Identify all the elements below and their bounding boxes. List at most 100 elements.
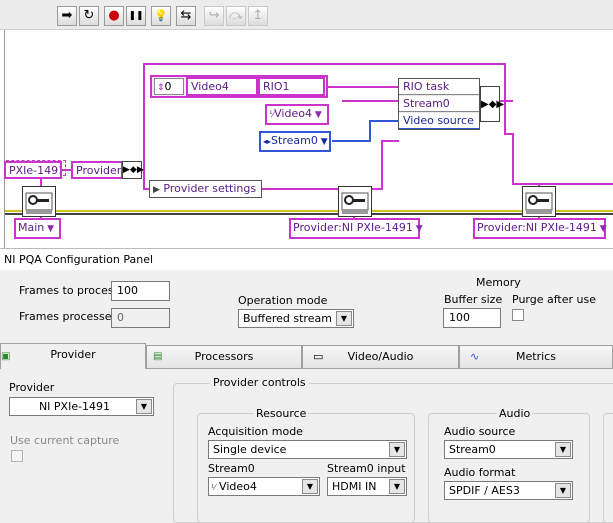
pause-icon[interactable]: ❚❚ (126, 6, 146, 26)
key-subvi-icon[interactable] (522, 186, 556, 217)
wire (504, 63, 506, 133)
tab-label: Metrics (516, 350, 556, 363)
video-resource-constant[interactable]: ⅟Video4 ▼ (265, 104, 329, 125)
chevron-down-icon[interactable]: ▼ (597, 224, 607, 234)
property-row[interactable]: Stream0 (399, 96, 479, 112)
provider-selector[interactable]: Provider:NI PXIe-1491 ▼ (289, 218, 423, 239)
toolbar: ➡ ↻ ● ❚❚ 💡 ⇆ ↪ ⤼ ↥ (0, 0, 613, 30)
chevron-down-icon[interactable]: ▼ (136, 399, 152, 414)
provider-value: NI PXIe-1491 (38, 400, 111, 413)
wire (342, 100, 400, 102)
tab-label: Provider (50, 348, 96, 361)
step-out-icon[interactable]: ↥ (248, 6, 268, 26)
chevron-down-icon[interactable]: ▼ (389, 479, 405, 494)
run-continuously-icon[interactable]: ↻ (79, 6, 99, 26)
operation-mode-value: Buffered stream (243, 312, 332, 325)
main-selector-value: Main (18, 221, 45, 234)
unbundle-icon[interactable]: ▶◆▶ (122, 161, 144, 179)
acquisition-mode-value: Single device (213, 443, 287, 456)
wire (369, 120, 400, 122)
chevron-down-icon[interactable]: ▼ (555, 483, 571, 498)
stream0-resource-value: Video4 (219, 480, 257, 493)
retain-wire-values-icon[interactable]: ⇆ (176, 6, 196, 26)
stream-enum-constant[interactable]: ◂▸Stream0 ▼ (259, 131, 331, 152)
provider-settings-node[interactable]: ▶ Provider settings (149, 180, 262, 198)
use-current-capture-checkbox[interactable] (11, 450, 23, 462)
processors-tab-icon: ▤ (153, 351, 163, 362)
video-audio-tab-icon: ▭ (313, 350, 324, 363)
abort-icon[interactable]: ● (104, 6, 124, 26)
property-row[interactable]: Video source (399, 113, 479, 129)
provider-controls-title: Provider controls (210, 376, 309, 389)
audio-format-select[interactable]: SPDIF / AES3 ▼ (444, 481, 573, 500)
audio-source-value: Stream0 (449, 443, 496, 456)
stream0-label: Stream0 (208, 462, 255, 475)
chevron-down-icon[interactable]: ▼ (389, 442, 405, 457)
index-spinner-icon[interactable]: ⇕ (157, 83, 165, 93)
wire (512, 133, 514, 185)
property-node-reference-icon[interactable]: ▶◆▶ (480, 86, 504, 122)
buffer-size-field[interactable]: 100 (443, 308, 501, 328)
purge-after-use-checkbox[interactable] (512, 309, 524, 321)
chevron-down-icon[interactable]: ▼ (336, 311, 352, 326)
chevron-down-icon[interactable]: ▼ (44, 224, 54, 234)
property-row[interactable]: RIO task string (399, 79, 479, 108)
frames-to-process-field[interactable]: 100 (111, 281, 170, 301)
array-index[interactable]: ⇕0 (154, 78, 184, 95)
chevron-down-icon[interactable]: ▼ (555, 442, 571, 457)
tab-processors[interactable]: ▤ Processors (146, 345, 302, 368)
provider-node[interactable]: Provider (71, 161, 123, 179)
audio-group-title: Audio (497, 407, 533, 420)
key-subvi-icon[interactable] (22, 186, 56, 217)
provider-label: Provider (9, 381, 55, 394)
tab-provider[interactable]: ▣ Provider (0, 343, 146, 369)
video-resource-value: Video4 (274, 107, 312, 120)
stream0-input-value: HDMI IN (332, 480, 377, 493)
audio-format-label: Audio format (444, 466, 516, 479)
provider-tab-icon: ▣ (1, 351, 11, 362)
frames-processed-field: 0 (111, 308, 170, 328)
configuration-panel: Frames to process 100 Frames processed 0… (0, 270, 613, 523)
block-diagram[interactable]: ⇕0 Video4 RIO1 ⅟Video4 ▼ ◂▸Stream0 ▼ RIO… (0, 30, 613, 248)
provider-settings-label: Provider settings (163, 182, 257, 195)
wire (328, 86, 400, 88)
key-subvi-icon[interactable] (338, 186, 372, 217)
operation-mode-select[interactable]: Buffered stream ▼ (238, 309, 354, 328)
provider-select[interactable]: NI PXIe-1491 ▼ (9, 397, 154, 416)
wire-label[interactable]: PXIe-1491 (4, 161, 62, 179)
provider-selector-value: Provider:NI PXIe-1491 (293, 221, 413, 234)
chevron-down-icon[interactable]: ▼ (302, 479, 318, 494)
step-over-icon[interactable]: ⤼ (226, 6, 246, 26)
frame-border (4, 30, 5, 248)
use-current-capture-label: Use current capture (10, 434, 120, 447)
array-item[interactable]: Video4 (186, 77, 258, 96)
array-index-value: 0 (164, 80, 172, 93)
stream0-input-select[interactable]: HDMI IN ▼ (327, 477, 407, 496)
provider-selector[interactable]: Provider:NI PXIe-1491 ▼ (473, 218, 607, 239)
operation-mode-label: Operation mode (238, 294, 328, 307)
audio-source-label: Audio source (444, 425, 516, 438)
run-arrow-icon[interactable]: ➡ (57, 6, 77, 26)
partial-group (603, 413, 613, 523)
wire (381, 140, 399, 142)
property-node[interactable]: RIO task string Stream0 Video source (398, 78, 480, 130)
tab-video-audio[interactable]: ▭ Video/Audio (302, 345, 459, 368)
property-arrow-icon: ▶ (153, 185, 160, 195)
enum-spinner-icon[interactable]: ◂▸ (263, 137, 271, 146)
stream0-resource-select[interactable]: ⅟ Video4 ▼ (208, 477, 320, 496)
wire (143, 63, 506, 65)
chevron-down-icon[interactable]: ▼ (312, 110, 322, 120)
main-selector[interactable]: Main ▼ (14, 218, 61, 239)
array-item[interactable]: RIO1 (258, 77, 325, 96)
io-name-icon: ⅟ (211, 483, 216, 492)
audio-source-select[interactable]: Stream0 ▼ (444, 440, 573, 459)
wire (381, 140, 383, 190)
chevron-down-icon[interactable]: ▼ (413, 224, 423, 234)
tab-metrics[interactable]: ∿ Metrics (459, 345, 613, 368)
step-into-icon[interactable]: ↪ (204, 6, 224, 26)
acquisition-mode-select[interactable]: Single device ▼ (208, 440, 407, 459)
chevron-down-icon[interactable]: ▼ (318, 137, 328, 147)
wire (369, 120, 371, 142)
highlight-execution-icon[interactable]: 💡 (151, 6, 171, 26)
tab-label: Processors (194, 350, 254, 363)
